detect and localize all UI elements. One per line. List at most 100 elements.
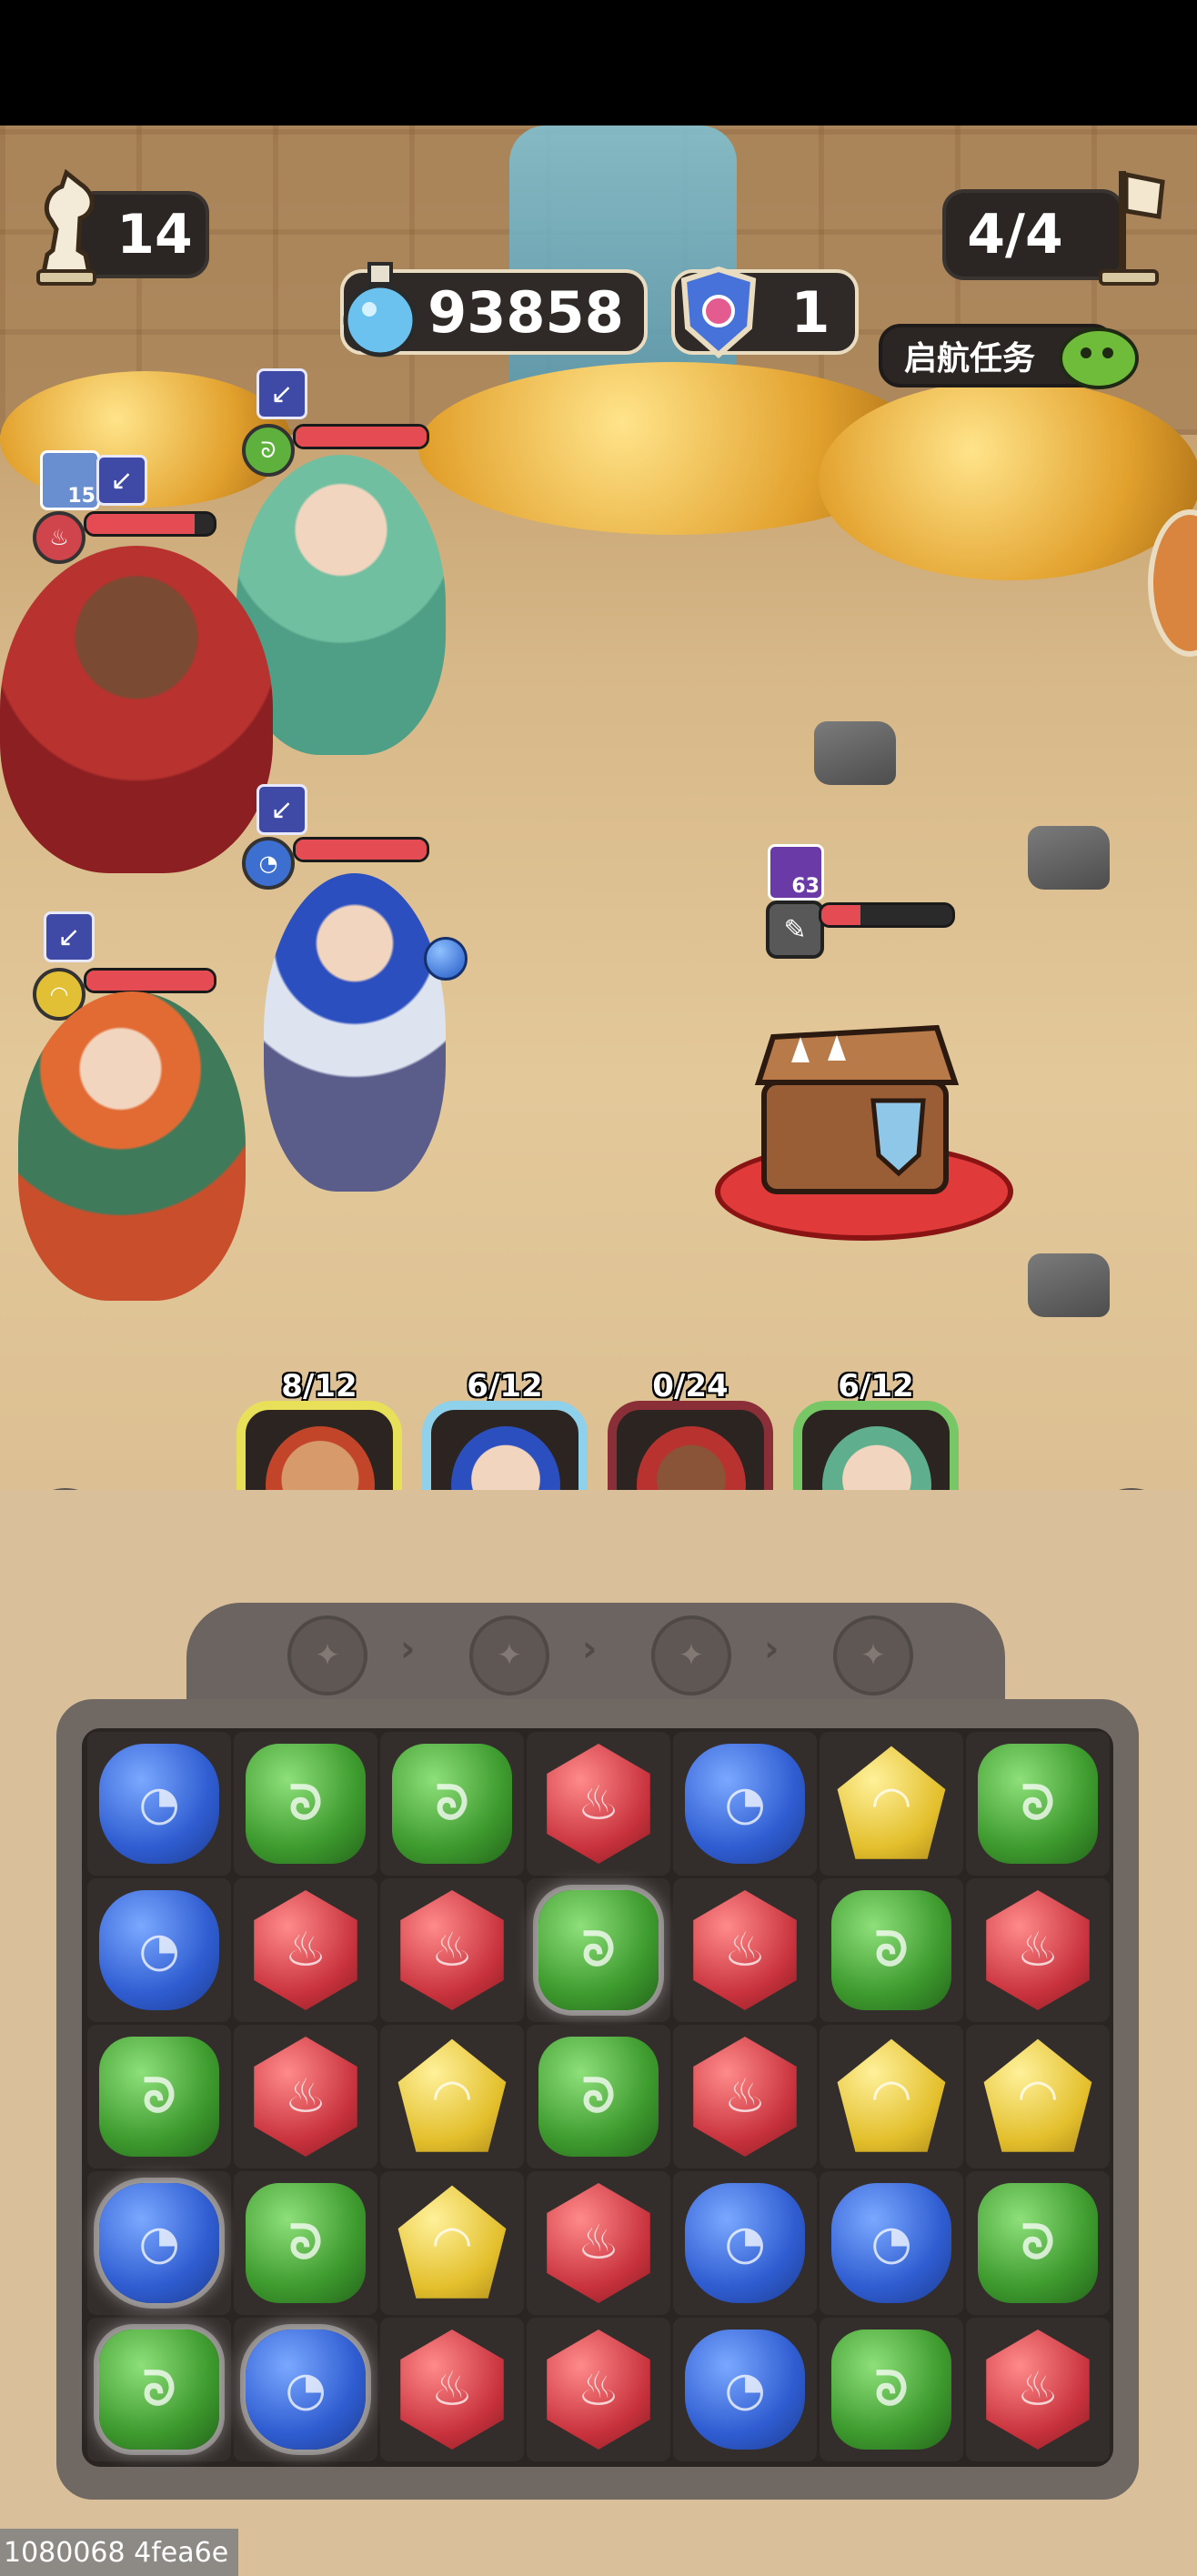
board-cell[interactable]: ᘐ xyxy=(87,2318,231,2461)
green-gem[interactable]: ᘐ xyxy=(392,1744,512,1864)
board-cell[interactable]: ᘐ xyxy=(527,2025,670,2168)
blue-gem[interactable]: ◔ xyxy=(99,1744,219,1864)
red-gem[interactable]: ♨ xyxy=(400,2329,504,2450)
board-cell[interactable]: ♨ xyxy=(673,1878,817,2022)
red-gem[interactable]: ♨ xyxy=(547,2183,650,2303)
sword-badge: ↙ xyxy=(256,368,307,419)
red-gem-special[interactable]: ♨ xyxy=(986,2329,1090,2450)
green-gem-special[interactable]: ᘐ xyxy=(538,1890,659,2010)
buff-count: 15 xyxy=(67,485,96,508)
board-cell[interactable]: ♨ xyxy=(234,2025,377,2168)
chevron-right-icon: › xyxy=(400,1628,416,1670)
blue-gem[interactable]: ◔ xyxy=(99,1890,219,2010)
blue-gem-special[interactable]: ◔ xyxy=(99,2183,219,2303)
fire-element-icon: ♨ xyxy=(33,511,86,564)
flag-icon xyxy=(1088,162,1170,298)
board-cell[interactable]: ᘐ xyxy=(234,2171,377,2315)
board-cell[interactable]: ◠ xyxy=(380,2025,524,2168)
board-cell[interactable]: ᘐ xyxy=(966,1732,1110,1876)
board-cell[interactable]: ᘐ xyxy=(87,2025,231,2168)
red-gem[interactable]: ♨ xyxy=(693,2037,797,2157)
sword-badge: ↙ xyxy=(96,455,147,506)
board-cell[interactable]: ◔ xyxy=(87,2171,231,2315)
red-gem[interactable]: ♨ xyxy=(400,1890,504,2010)
board-cell[interactable]: ◠ xyxy=(820,1732,963,1876)
blue-gem-special[interactable]: ◔ xyxy=(246,2329,366,2450)
board-cell[interactable]: ◔ xyxy=(820,2171,963,2315)
red-gem-special[interactable]: ♨ xyxy=(547,2329,650,2450)
board-cell[interactable]: ♨ xyxy=(527,1732,670,1876)
green-gem[interactable]: ᘐ xyxy=(246,1744,366,1864)
hp-bar xyxy=(293,837,429,862)
charge-label-2: 6/12 xyxy=(467,1368,543,1404)
board-cell[interactable]: ᘐ xyxy=(234,1732,377,1876)
hp-bar xyxy=(293,424,429,449)
board-cell[interactable]: ♨ xyxy=(966,2318,1110,2461)
green-gem[interactable]: ᘐ xyxy=(538,2037,659,2157)
board-cell[interactable]: ♨ xyxy=(234,1878,377,2022)
board-cell[interactable]: ◔ xyxy=(673,2171,817,2315)
board-cell[interactable]: ◔ xyxy=(87,1878,231,2022)
shield-count: 1 xyxy=(790,278,830,346)
charge-label-1: 8/12 xyxy=(281,1368,357,1404)
red-gem[interactable]: ♨ xyxy=(986,1890,1090,2010)
chevron-right-icon: › xyxy=(764,1628,780,1670)
hero-blue-elf[interactable] xyxy=(264,873,446,1192)
green-gem[interactable]: ᘐ xyxy=(99,2037,219,2157)
board-cell[interactable]: ◔ xyxy=(234,2318,377,2461)
red-gem-special[interactable]: ♨ xyxy=(693,1890,797,2010)
green-gem[interactable]: ᘐ xyxy=(978,1744,1098,1864)
green-gem[interactable]: ᘐ xyxy=(831,1890,951,2010)
hp-bar xyxy=(84,511,216,537)
combo-slot: ✦ xyxy=(833,1615,913,1696)
green-gem[interactable]: ᘐ xyxy=(246,2183,366,2303)
board-cell[interactable]: ♨ xyxy=(527,2318,670,2461)
board-cell[interactable]: ◠ xyxy=(380,2171,524,2315)
board-cell[interactable]: ♨ xyxy=(673,2025,817,2168)
board-cell[interactable]: ᘐ xyxy=(380,1732,524,1876)
board-cell[interactable]: ᘐ xyxy=(820,2318,963,2461)
board-cell[interactable]: ♨ xyxy=(527,2171,670,2315)
yellow-gem-special[interactable]: ◠ xyxy=(837,1746,946,1859)
board-cell[interactable]: ᘐ xyxy=(966,2171,1110,2315)
green-gem[interactable]: ᘐ xyxy=(831,2329,951,2450)
board-cell[interactable]: ◔ xyxy=(87,1732,231,1876)
board-cell[interactable]: ᘐ xyxy=(820,1878,963,2022)
board-cell[interactable]: ᘐ xyxy=(527,1878,670,2022)
board-cell[interactable]: ♨ xyxy=(380,1878,524,2022)
hero-orange-rogue[interactable] xyxy=(18,991,246,1301)
board-cell[interactable]: ♨ xyxy=(380,2318,524,2461)
red-gem[interactable]: ♨ xyxy=(254,1890,357,2010)
blue-gem[interactable]: ◔ xyxy=(831,2183,951,2303)
blue-gem[interactable]: ◔ xyxy=(685,1744,805,1864)
enemy-badge-value: 63 xyxy=(791,875,820,898)
yellow-gem[interactable]: ◠ xyxy=(837,2038,946,2152)
red-gem[interactable]: ♨ xyxy=(254,2037,357,2157)
hp-bar xyxy=(84,968,216,993)
board-cell[interactable]: ◠ xyxy=(966,2025,1110,2168)
knight-count: 14 xyxy=(116,203,193,267)
board-cell[interactable]: ◔ xyxy=(673,1732,817,1876)
water-element-icon: ◔ xyxy=(242,837,295,890)
combo-slot: ✦ xyxy=(651,1615,731,1696)
quest-label: 启航任务 xyxy=(903,340,1035,377)
yellow-gem-special[interactable]: ◠ xyxy=(397,2038,507,2152)
mimic-chest[interactable] xyxy=(737,1019,973,1210)
green-gem[interactable]: ᘐ xyxy=(978,2183,1098,2303)
slime-icon xyxy=(1055,317,1142,393)
blue-gem[interactable]: ◔ xyxy=(685,2183,805,2303)
green-gem-special[interactable]: ᘐ xyxy=(99,2329,219,2450)
wave-count: 4/4 xyxy=(967,203,1063,267)
board-cell[interactable]: ♨ xyxy=(966,1878,1110,2022)
hero-boar-warrior[interactable] xyxy=(0,546,273,873)
gold-pile xyxy=(819,380,1197,580)
blue-gem[interactable]: ◔ xyxy=(685,2329,805,2450)
red-gem[interactable]: ♨ xyxy=(547,1744,650,1864)
board-cell[interactable]: ◔ xyxy=(673,2318,817,2461)
yellow-gem[interactable]: ◠ xyxy=(983,2038,1092,2152)
board-cell[interactable]: ◠ xyxy=(820,2025,963,2168)
yellow-gem-special[interactable]: ◠ xyxy=(397,2185,507,2299)
buff-crystal-icon: 15 xyxy=(40,450,100,510)
potion-icon xyxy=(335,257,426,366)
sword-badge: ↙ xyxy=(256,784,307,835)
